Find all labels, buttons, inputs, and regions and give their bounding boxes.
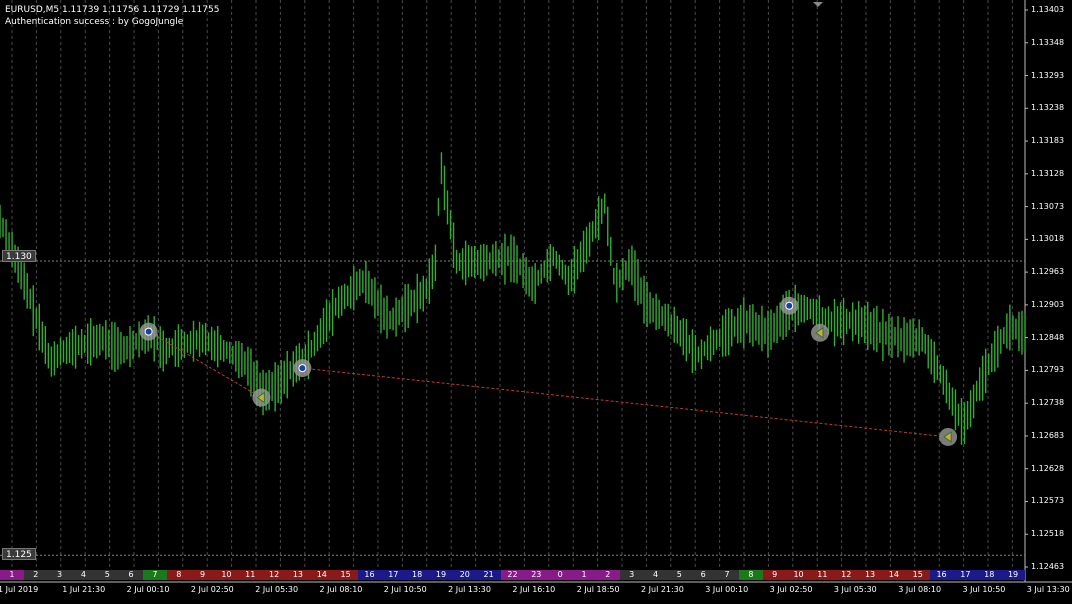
session-hour-cell: 15: [905, 570, 930, 580]
buy-signal-icon: [298, 364, 307, 373]
time-tick-label: 2 Jul 10:50: [383, 585, 427, 594]
session-hour-cell: 2: [23, 570, 48, 580]
session-hour-cell: 4: [71, 570, 96, 580]
session-hour-cell: 1: [0, 570, 24, 580]
price-tick-label: 1.12628: [1031, 463, 1065, 473]
time-tick-label: 3 Jul 00:10: [705, 585, 749, 594]
price-tick-label: 1.13348: [1031, 37, 1065, 47]
chart-shift-icon: [813, 2, 823, 7]
session-hour-cell: 5: [95, 570, 120, 580]
time-tick-label: 2 Jul 02:50: [190, 585, 234, 594]
session-hour-cell: 21: [476, 570, 501, 580]
session-hour-cell: 19: [1001, 570, 1025, 580]
session-hour-cell: 8: [738, 570, 763, 580]
session-hour-cell: 13: [286, 570, 310, 580]
session-hour-cell: 4: [643, 570, 668, 580]
session-hour-cell: 10: [786, 570, 811, 580]
time-tick-label: 3 Jul 02:50: [769, 585, 813, 594]
price-tick-label: 1.12963: [1031, 267, 1065, 277]
price-tick-label: 1.12463: [1031, 562, 1065, 571]
buy-signal-icon: [785, 301, 794, 310]
buy-signal-icon: [144, 327, 153, 336]
session-hour-cell: 12: [834, 570, 859, 580]
session-hour-cell: 17: [953, 570, 978, 580]
session-hour-cell: 1: [572, 570, 596, 580]
price-tick-label: 1.13238: [1031, 103, 1065, 113]
session-hour-cell: 12: [262, 570, 287, 580]
price-tick-label: 1.12518: [1031, 529, 1065, 539]
price-tick-label: 1.13183: [1031, 136, 1065, 146]
session-hour-cell: 9: [190, 570, 215, 580]
symbol-quote-line: EURUSD,M5 1.11739 1.11756 1.11729 1.1175…: [5, 5, 220, 15]
time-tick-label: 2 Jul 21:30: [641, 585, 684, 594]
session-hour-cell: 0: [548, 570, 573, 580]
session-hour-cell: 14: [881, 570, 906, 580]
time-tick-label: 3 Jul 08:10: [898, 585, 942, 594]
session-hour-cell: 10: [214, 570, 239, 580]
price-tick-label: 1.13293: [1031, 70, 1065, 80]
session-hour-cell: 3: [47, 570, 72, 580]
session-hour-cell: 2: [595, 570, 620, 580]
session-hour-cell: 6: [691, 570, 716, 580]
session-hour-cell: 11: [810, 570, 835, 580]
time-tick-label: 2 Jul 13:30: [448, 585, 491, 594]
time-tick-label: 1 Jul 2019: [0, 585, 39, 594]
signal-line: [302, 367, 949, 438]
session-hour-cell: 13: [858, 570, 882, 580]
session-hour-cell: 8: [166, 570, 191, 580]
price-tick-label: 1.13018: [1031, 234, 1065, 244]
time-tick-label: 1 Jul 21:30: [62, 585, 106, 594]
session-hour-cell: 18: [405, 570, 430, 580]
session-hour-cell: 17: [381, 570, 406, 580]
level-label-1125: 1.125: [2, 548, 36, 560]
price-tick-label: 1.12793: [1031, 365, 1065, 375]
price-tick-label: 1.12683: [1031, 430, 1065, 440]
time-tick-label: 3 Jul 10:50: [962, 585, 1006, 594]
time-tick-label: 2 Jul 05:30: [255, 585, 299, 594]
session-hour-cell: 3: [619, 570, 644, 580]
price-tick-label: 1.13403: [1031, 5, 1065, 14]
price-tick-label: 1.12848: [1031, 332, 1065, 342]
session-hour-cell: 18: [977, 570, 1002, 580]
session-hour-cell: 11: [238, 570, 263, 580]
candlestick-plot[interactable]: [0, 0, 1072, 604]
session-hour-cell: 6: [119, 570, 143, 580]
level-label-1130: 1.130: [2, 250, 36, 262]
time-tick-label: 3 Jul 05:30: [833, 585, 877, 594]
session-hour-cell: 19: [429, 570, 453, 580]
session-hour-cell: 16: [929, 570, 954, 580]
session-hour-cell: 7: [715, 570, 739, 580]
session-hour-cell: 16: [357, 570, 382, 580]
session-hour-cell: 9: [762, 570, 787, 580]
time-tick-label: 2 Jul 00:10: [126, 585, 170, 594]
price-tick-label: 1.13073: [1031, 201, 1065, 211]
time-tick-label: 2 Jul 16:10: [512, 585, 556, 594]
session-hour-cell: 14: [309, 570, 334, 580]
price-tick-label: 1.12738: [1031, 398, 1065, 408]
session-hour-cell: 7: [143, 570, 167, 580]
price-tick-label: 1.12573: [1031, 496, 1065, 506]
session-hour-cell: 15: [333, 570, 358, 580]
session-hour-cell: 23: [524, 570, 549, 580]
time-tick-label: 3 Jul 13:30: [1026, 585, 1070, 594]
time-tick-label: 2 Jul 08:10: [319, 585, 363, 594]
session-hour-cell: 22: [500, 570, 525, 580]
price-tick-label: 1.12903: [1031, 299, 1065, 309]
authentication-status: Authentication success : by GogoJungle: [5, 17, 184, 27]
price-chart[interactable]: EURUSD,M5 1.11739 1.11756 1.11729 1.1175…: [0, 0, 1072, 604]
session-hour-cell: 5: [667, 570, 692, 580]
price-tick-label: 1.13128: [1031, 168, 1065, 178]
time-tick-label: 2 Jul 18:50: [576, 585, 620, 594]
session-hour-cell: 20: [452, 570, 477, 580]
